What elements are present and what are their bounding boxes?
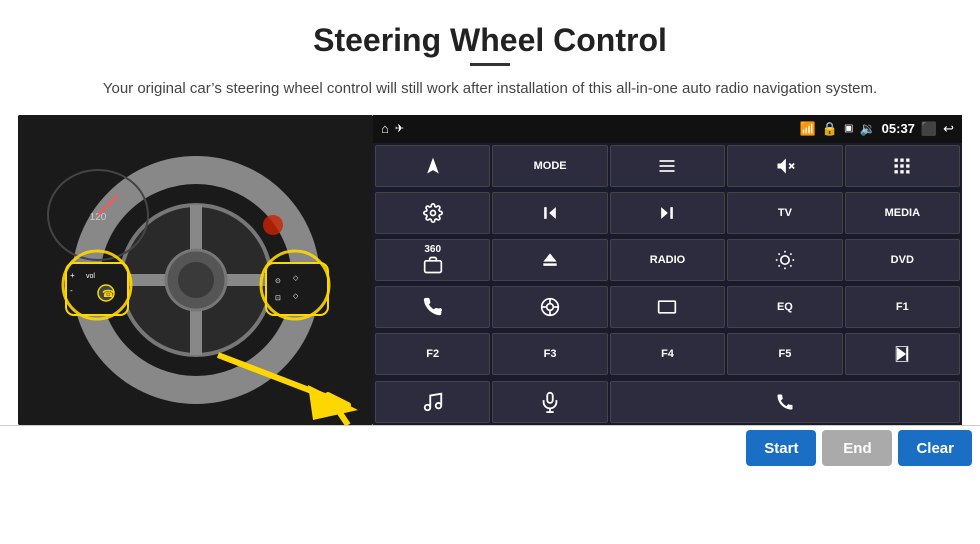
- home-icon[interactable]: ⌂: [381, 121, 389, 136]
- svg-text:◇: ◇: [293, 293, 299, 300]
- content-area: 120 + - vol ☎ ⊙ ◇ ⊡ ◇: [0, 115, 980, 425]
- btn-apps[interactable]: [845, 145, 960, 187]
- title-divider: [470, 63, 510, 66]
- svg-text:⊙: ⊙: [275, 278, 281, 285]
- btn-phone[interactable]: [375, 286, 490, 328]
- btn-f4[interactable]: F4: [610, 333, 725, 375]
- btn-call-end[interactable]: [610, 381, 960, 423]
- end-button[interactable]: End: [822, 430, 892, 466]
- btn-next[interactable]: [610, 192, 725, 234]
- btn-radio[interactable]: RADIO: [610, 239, 725, 281]
- btn-media[interactable]: MEDIA: [845, 192, 960, 234]
- status-bar-left: ⌂ ✈: [381, 121, 404, 136]
- bluetooth-icon: 🔉: [859, 121, 875, 137]
- btn-f5[interactable]: F5: [727, 333, 842, 375]
- bottom-icons-row: [373, 381, 962, 425]
- svg-text:-: -: [70, 286, 73, 295]
- svg-text:☎: ☎: [102, 289, 114, 300]
- btn-mute[interactable]: [727, 145, 842, 187]
- cast-icon: ⬛: [921, 121, 937, 137]
- btn-f3[interactable]: F3: [492, 333, 607, 375]
- btn-f1[interactable]: F1: [845, 286, 960, 328]
- sd-icon: ▣: [844, 123, 853, 134]
- btn-navigate[interactable]: [375, 145, 490, 187]
- svg-text:vol: vol: [86, 273, 95, 280]
- svg-text:+: +: [70, 271, 75, 280]
- btn-mode[interactable]: MODE: [492, 145, 607, 187]
- btn-settings[interactable]: [375, 192, 490, 234]
- car-image: 120 + - vol ☎ ⊙ ◇ ⊡ ◇: [18, 115, 373, 425]
- start-button[interactable]: Start: [746, 430, 816, 466]
- btn-screen[interactable]: [610, 286, 725, 328]
- back-icon[interactable]: ↩: [943, 121, 954, 137]
- clear-button[interactable]: Clear: [898, 430, 972, 466]
- time-display: 05:37: [882, 121, 915, 136]
- btn-nav-circle[interactable]: [492, 286, 607, 328]
- button-grid: MODE TV MEDIA: [373, 143, 962, 381]
- btn-dvd[interactable]: DVD: [845, 239, 960, 281]
- bottom-row: Start End Clear: [0, 425, 980, 471]
- status-bar-right: 📶 🔒 ▣ 🔉 05:37 ⬛ ↩: [800, 121, 954, 137]
- send-icon: ✈: [395, 122, 404, 135]
- btn-prev[interactable]: [492, 192, 607, 234]
- btn-eq[interactable]: EQ: [727, 286, 842, 328]
- btn-360cam[interactable]: 360: [375, 239, 490, 281]
- status-bar: ⌂ ✈ 📶 🔒 ▣ 🔉 05:37 ⬛ ↩: [373, 115, 962, 143]
- btn-list[interactable]: [610, 145, 725, 187]
- svg-text:⊡: ⊡: [275, 295, 281, 302]
- btn-play-pause[interactable]: [845, 333, 960, 375]
- btn-brightness[interactable]: [727, 239, 842, 281]
- subtitle: Your original car’s steering wheel contr…: [0, 78, 980, 101]
- btn-tv[interactable]: TV: [727, 192, 842, 234]
- wifi-icon: 📶: [800, 121, 816, 137]
- page-title: Steering Wheel Control: [0, 0, 980, 63]
- lock-icon: 🔒: [822, 121, 838, 137]
- btn-mic[interactable]: [492, 381, 607, 423]
- svg-text:◇: ◇: [293, 275, 299, 282]
- btn-eject[interactable]: [492, 239, 607, 281]
- btn-f2[interactable]: F2: [375, 333, 490, 375]
- radio-panel: ⌂ ✈ 📶 🔒 ▣ 🔉 05:37 ⬛ ↩ MODE: [373, 115, 962, 425]
- btn-music[interactable]: [375, 381, 490, 423]
